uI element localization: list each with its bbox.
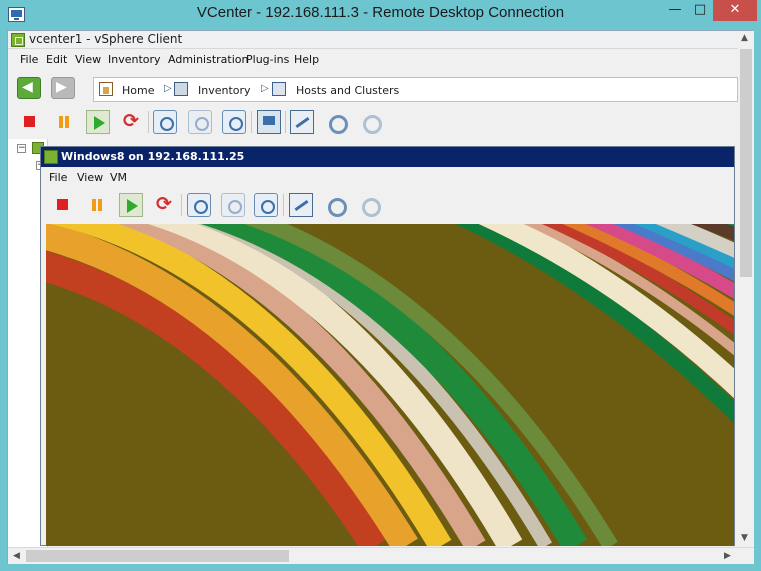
vsphere-logo-icon <box>11 33 25 47</box>
stop-icon[interactable] <box>51 193 75 217</box>
back-button[interactable]: ◀ <box>17 77 41 99</box>
toolbar-separator <box>285 111 286 133</box>
vm-toolbar <box>41 190 734 220</box>
hosts-clusters-icon <box>272 82 286 96</box>
stop-icon[interactable] <box>18 110 42 134</box>
scrollbar-thumb[interactable] <box>740 49 752 277</box>
scroll-right-icon[interactable]: ▶ <box>724 551 731 561</box>
menu-inventory[interactable]: Inventory <box>108 53 161 66</box>
maximize-button[interactable]: □ <box>687 0 713 21</box>
revert-snapshot-icon[interactable] <box>188 110 212 134</box>
pause-icon[interactable] <box>52 110 76 134</box>
breadcrumb-inventory[interactable]: Inventory <box>198 84 251 97</box>
inventory-icon <box>174 82 188 96</box>
toolbar-separator <box>181 194 182 216</box>
minimize-button[interactable]: — <box>663 0 687 21</box>
toolbar-separator <box>251 111 252 133</box>
vsphere-menubar: File Edit View Inventory Administration … <box>8 50 738 72</box>
vm-menu-vm[interactable]: VM <box>110 171 127 184</box>
menu-plugins[interactable]: Plug-ins <box>246 53 289 66</box>
vsphere-titlebar: vcenter1 - vSphere Client <box>8 31 738 49</box>
breadcrumb-hosts-and-clusters[interactable]: Hosts and Clusters <box>296 84 399 97</box>
breadcrumb-chevron-icon[interactable]: ▷ <box>164 83 172 94</box>
horizontal-scrollbar[interactable]: ◀ ▶ <box>8 547 754 564</box>
vm-tools-icon[interactable] <box>323 193 347 217</box>
vm-console-titlebar[interactable]: Windows8 on 192.168.111.25 <box>41 147 734 167</box>
snapshot-manager-icon[interactable] <box>222 110 246 134</box>
vm-menubar: File View VM <box>41 168 734 188</box>
menu-help[interactable]: Help <box>294 53 319 66</box>
vm-desktop-display[interactable] <box>46 224 734 546</box>
play-icon[interactable] <box>119 193 143 217</box>
remote-desktop-window: VCenter - 192.168.111.3 - Remote Desktop… <box>0 0 761 571</box>
menu-edit[interactable]: Edit <box>46 53 67 66</box>
vm-menu-view[interactable]: View <box>77 171 103 184</box>
vm-icon <box>44 150 58 164</box>
rdp-titlebar[interactable]: VCenter - 192.168.111.3 - Remote Desktop… <box>0 0 761 30</box>
vertical-scrollbar[interactable]: ▲ ▼ <box>738 31 754 547</box>
navigation-bar: ◀ ▶ Home ▷ Inventory ▷ Hosts and Cluster… <box>8 74 738 104</box>
breadcrumb: Home ▷ Inventory ▷ Hosts and Clusters <box>93 77 738 102</box>
rdp-window-title: VCenter - 192.168.111.3 - Remote Desktop… <box>196 4 565 21</box>
reset-icon[interactable] <box>153 193 177 217</box>
breadcrumb-home[interactable]: Home <box>122 84 154 97</box>
snapshot-icon[interactable] <box>187 193 211 217</box>
vm-tools-icon[interactable] <box>324 110 348 134</box>
menu-file[interactable]: File <box>20 53 38 66</box>
snapshot-manager-icon[interactable] <box>254 193 278 217</box>
vm-console-title: Windows8 on 192.168.111.25 <box>61 150 245 163</box>
migrate-icon[interactable] <box>358 110 382 134</box>
reset-icon[interactable] <box>120 110 144 134</box>
toolbar-separator <box>148 111 149 133</box>
revert-snapshot-icon[interactable] <box>221 193 245 217</box>
forward-button[interactable]: ▶ <box>51 77 75 99</box>
breadcrumb-chevron-icon[interactable]: ▷ <box>261 83 269 94</box>
desktop-wallpaper <box>46 224 734 546</box>
vm-console-window: Windows8 on 192.168.111.25 File View VM <box>40 146 735 546</box>
home-icon <box>99 82 113 96</box>
arrow-left-icon: ◀ <box>22 79 33 95</box>
edit-settings-icon[interactable] <box>289 193 313 217</box>
vsphere-toolbar <box>8 107 738 137</box>
scrollbar-thumb[interactable] <box>26 550 289 562</box>
menu-administration[interactable]: Administration <box>168 53 249 66</box>
vsphere-window-title: vcenter1 - vSphere Client <box>29 32 183 46</box>
migrate-icon[interactable] <box>357 193 381 217</box>
vm-menu-file[interactable]: File <box>49 171 67 184</box>
scroll-up-icon[interactable]: ▲ <box>741 33 748 43</box>
menu-view[interactable]: View <box>75 53 101 66</box>
close-button[interactable]: ✕ <box>713 0 757 21</box>
collapse-icon[interactable]: − <box>17 144 26 153</box>
pause-icon[interactable] <box>85 193 109 217</box>
toolbar-separator <box>283 194 284 216</box>
snapshot-icon[interactable] <box>153 110 177 134</box>
edit-settings-icon[interactable] <box>290 110 314 134</box>
scroll-left-icon[interactable]: ◀ <box>13 551 20 561</box>
scroll-down-icon[interactable]: ▼ <box>741 533 748 543</box>
console-icon[interactable] <box>257 110 281 134</box>
arrow-right-icon: ▶ <box>56 79 67 95</box>
play-icon[interactable] <box>86 110 110 134</box>
